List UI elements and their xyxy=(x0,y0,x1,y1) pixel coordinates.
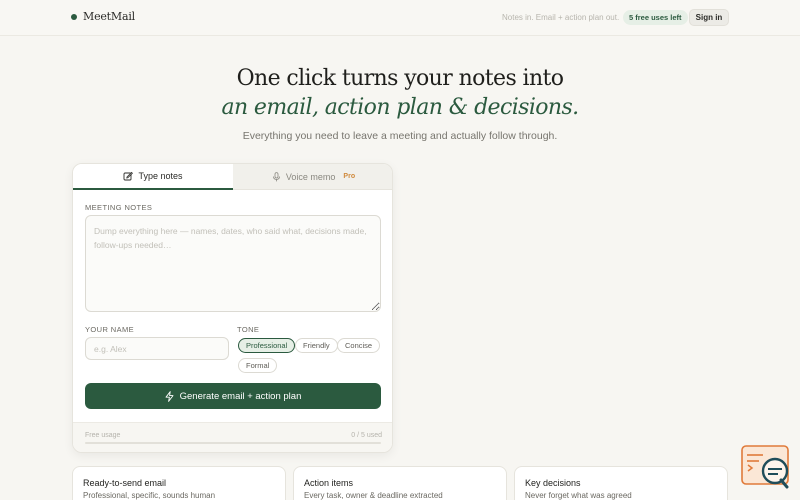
feature-title: Ready-to-send email xyxy=(83,478,167,488)
usage-progress-track xyxy=(85,442,381,444)
generate-button-label: Generate email + action plan xyxy=(179,390,302,402)
hero-subtitle: Everything you need to leave a meeting a… xyxy=(242,130,558,142)
feature-desc: Professional, specific, sounds human xyxy=(83,491,216,500)
usage-footer: Free usage 0 / 5 used xyxy=(73,422,392,452)
tone-chip-concise[interactable]: Concise xyxy=(337,338,381,353)
tone-label: TONE xyxy=(237,325,260,334)
pro-badge: Pro xyxy=(343,173,356,180)
your-name-label: YOUR NAME xyxy=(85,325,135,334)
tone-chip-formal[interactable]: Formal xyxy=(238,358,278,373)
notes-card: Type notes Voice memo Pro MEETING NOTES … xyxy=(72,163,393,453)
sign-in-button[interactable]: Sign in xyxy=(689,9,729,26)
chat-support-icon xyxy=(741,445,789,489)
top-bar: MeetMail Notes in. Email + action plan o… xyxy=(0,0,800,36)
tone-chip-professional[interactable]: Professional xyxy=(238,338,296,353)
feature-card-decisions: Key decisions Never forget what was agre… xyxy=(514,466,728,500)
feature-title: Key decisions xyxy=(525,478,581,488)
tab-voice-memo[interactable]: Voice memo Pro xyxy=(233,164,392,190)
logo-dot-icon xyxy=(71,13,77,20)
microphone-icon xyxy=(272,171,280,181)
hero-title-line2: an email, action plan & decisions. xyxy=(221,95,579,120)
meeting-notes-label: MEETING NOTES xyxy=(85,203,153,212)
tab-voice-memo-label: Voice memo xyxy=(285,171,336,182)
tone-chip-friendly[interactable]: Friendly xyxy=(295,338,338,353)
tab-type-notes-label: Type notes xyxy=(138,171,183,181)
header-tagline: Notes in. Email + action plan out. xyxy=(502,13,620,22)
logo[interactable]: MeetMail xyxy=(71,10,135,23)
chat-widget-button[interactable] xyxy=(741,445,791,489)
generate-button[interactable]: Generate email + action plan xyxy=(85,383,381,409)
edit-icon xyxy=(124,171,134,181)
feature-title: Action items xyxy=(304,478,354,488)
free-usage-label: Free usage xyxy=(85,432,121,439)
input-mode-tabs: Type notes Voice memo Pro xyxy=(73,164,392,190)
usage-count: 0 / 5 used xyxy=(351,432,382,439)
meeting-notes-input[interactable] xyxy=(85,215,381,312)
your-name-input[interactable] xyxy=(85,337,229,360)
hero-title-line1: One click turns your notes into xyxy=(236,66,564,91)
feature-card-action-items: Action items Every task, owner & deadlin… xyxy=(293,466,507,500)
free-uses-badge: 5 free uses left xyxy=(623,10,688,25)
feature-card-email: Ready-to-send email Professional, specif… xyxy=(72,466,286,500)
feature-desc: Never forget what was agreed xyxy=(525,491,632,500)
tab-type-notes[interactable]: Type notes xyxy=(73,164,233,190)
feature-desc: Every task, owner & deadline extracted xyxy=(304,491,443,500)
lightning-icon xyxy=(165,390,174,402)
app-name: MeetMail xyxy=(83,10,135,23)
